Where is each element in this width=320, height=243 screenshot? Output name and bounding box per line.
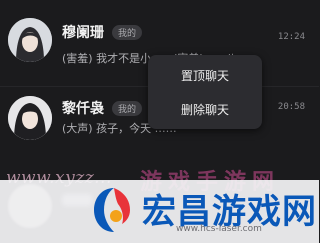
avatar (8, 96, 52, 140)
timestamp: 20:58 (277, 102, 305, 112)
relationship-badge: 我的 (112, 25, 143, 40)
contact-name: 黎仟袅 (62, 101, 104, 117)
site-logo-icon (94, 188, 130, 232)
site-url: www.hcs-laser.com (176, 224, 262, 234)
pin-chat-menu-item[interactable]: 置顶聊天 (148, 63, 262, 89)
delete-chat-menu-item[interactable]: 删除聊天 (148, 97, 262, 123)
timestamp: 12:24 (277, 32, 305, 42)
portrait-icon (8, 96, 52, 140)
chat-context-menu: 置顶聊天 删除聊天 (148, 55, 262, 129)
portrait-icon (8, 18, 52, 62)
avatar (8, 18, 52, 62)
contact-name: 穆阑珊 (62, 25, 104, 41)
relationship-badge: 我的 (112, 101, 143, 116)
